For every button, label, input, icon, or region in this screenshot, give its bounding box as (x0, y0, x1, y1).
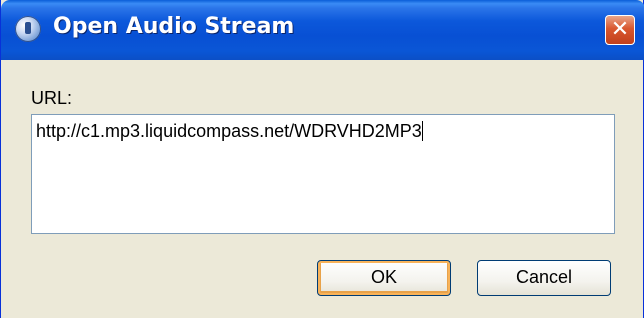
url-label: URL: (31, 88, 73, 108)
close-icon: ✕ (610, 17, 630, 42)
open-audio-stream-dialog: Open Audio Stream ✕ URL: http://c1.mp3.l… (0, 0, 644, 318)
url-value: http://c1.mp3.liquidcompass.net/WDRVHD2M… (36, 121, 422, 141)
ok-button[interactable]: OK (317, 260, 451, 296)
audio-disc-icon (15, 16, 41, 42)
cancel-button[interactable]: Cancel (477, 260, 611, 296)
window-title: Open Audio Stream (53, 14, 295, 39)
text-caret (421, 121, 423, 141)
close-button[interactable]: ✕ (605, 15, 635, 45)
url-input[interactable]: http://c1.mp3.liquidcompass.net/WDRVHD2M… (31, 114, 615, 234)
title-bar[interactable]: Open Audio Stream ✕ (1, 0, 644, 60)
